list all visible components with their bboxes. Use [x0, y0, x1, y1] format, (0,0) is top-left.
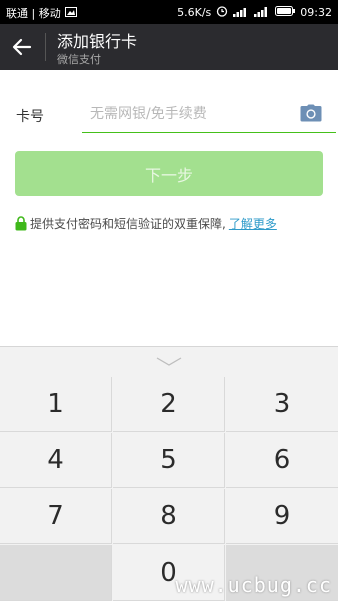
- network-speed-text: 5.6K/s: [177, 6, 212, 19]
- alarm-icon: [216, 5, 228, 20]
- key-4[interactable]: 4: [0, 433, 112, 488]
- camera-icon: [300, 104, 322, 122]
- security-assurance: 提供支付密码和短信验证的双重保障, 了解更多: [15, 215, 277, 232]
- card-number-label: 卡号: [16, 109, 44, 125]
- camera-scan-button[interactable]: [300, 104, 322, 122]
- header-divider: [45, 33, 46, 61]
- app-header: 添加银行卡 微信支付: [0, 24, 338, 70]
- card-number-row: 卡号: [0, 96, 338, 136]
- page-subtitle: 微信支付: [57, 53, 101, 66]
- key-blank-left: [0, 545, 112, 601]
- assurance-text: 提供支付密码和短信验证的双重保障,: [30, 217, 226, 231]
- signal-icon-2: [254, 6, 270, 20]
- key-9[interactable]: 9: [226, 489, 338, 544]
- key-6[interactable]: 6: [226, 433, 338, 488]
- back-button[interactable]: [10, 35, 34, 59]
- numeric-keyboard: 1 2 3 4 5 6 7 8 9 0: [0, 346, 338, 601]
- key-2[interactable]: 2: [113, 377, 225, 432]
- image-notification-icon: [64, 6, 77, 20]
- carrier-text: 联通 | 移动: [6, 7, 61, 20]
- keypad-grid: 1 2 3 4 5 6 7 8 9 0: [0, 377, 338, 601]
- page-title: 添加银行卡: [57, 32, 138, 51]
- key-7[interactable]: 7: [0, 489, 112, 544]
- battery-icon: [275, 6, 296, 19]
- key-5[interactable]: 5: [113, 433, 225, 488]
- key-8[interactable]: 8: [113, 489, 225, 544]
- chevron-down-icon: [156, 357, 182, 366]
- keyboard-collapse-button[interactable]: [0, 347, 338, 377]
- watermark-text: www.ucbug.cc: [175, 573, 332, 597]
- card-number-input[interactable]: [82, 96, 336, 133]
- learn-more-link[interactable]: 了解更多: [229, 215, 277, 232]
- lock-icon: [15, 216, 27, 231]
- key-1[interactable]: 1: [0, 377, 112, 432]
- status-bar: 联通 | 移动 5.6K/s 09:32: [0, 0, 338, 24]
- signal-icon: [233, 6, 249, 20]
- key-3[interactable]: 3: [226, 377, 338, 432]
- clock-text: 09:32: [300, 6, 332, 19]
- next-step-button[interactable]: 下一步: [15, 151, 323, 196]
- back-arrow-icon: [12, 38, 32, 56]
